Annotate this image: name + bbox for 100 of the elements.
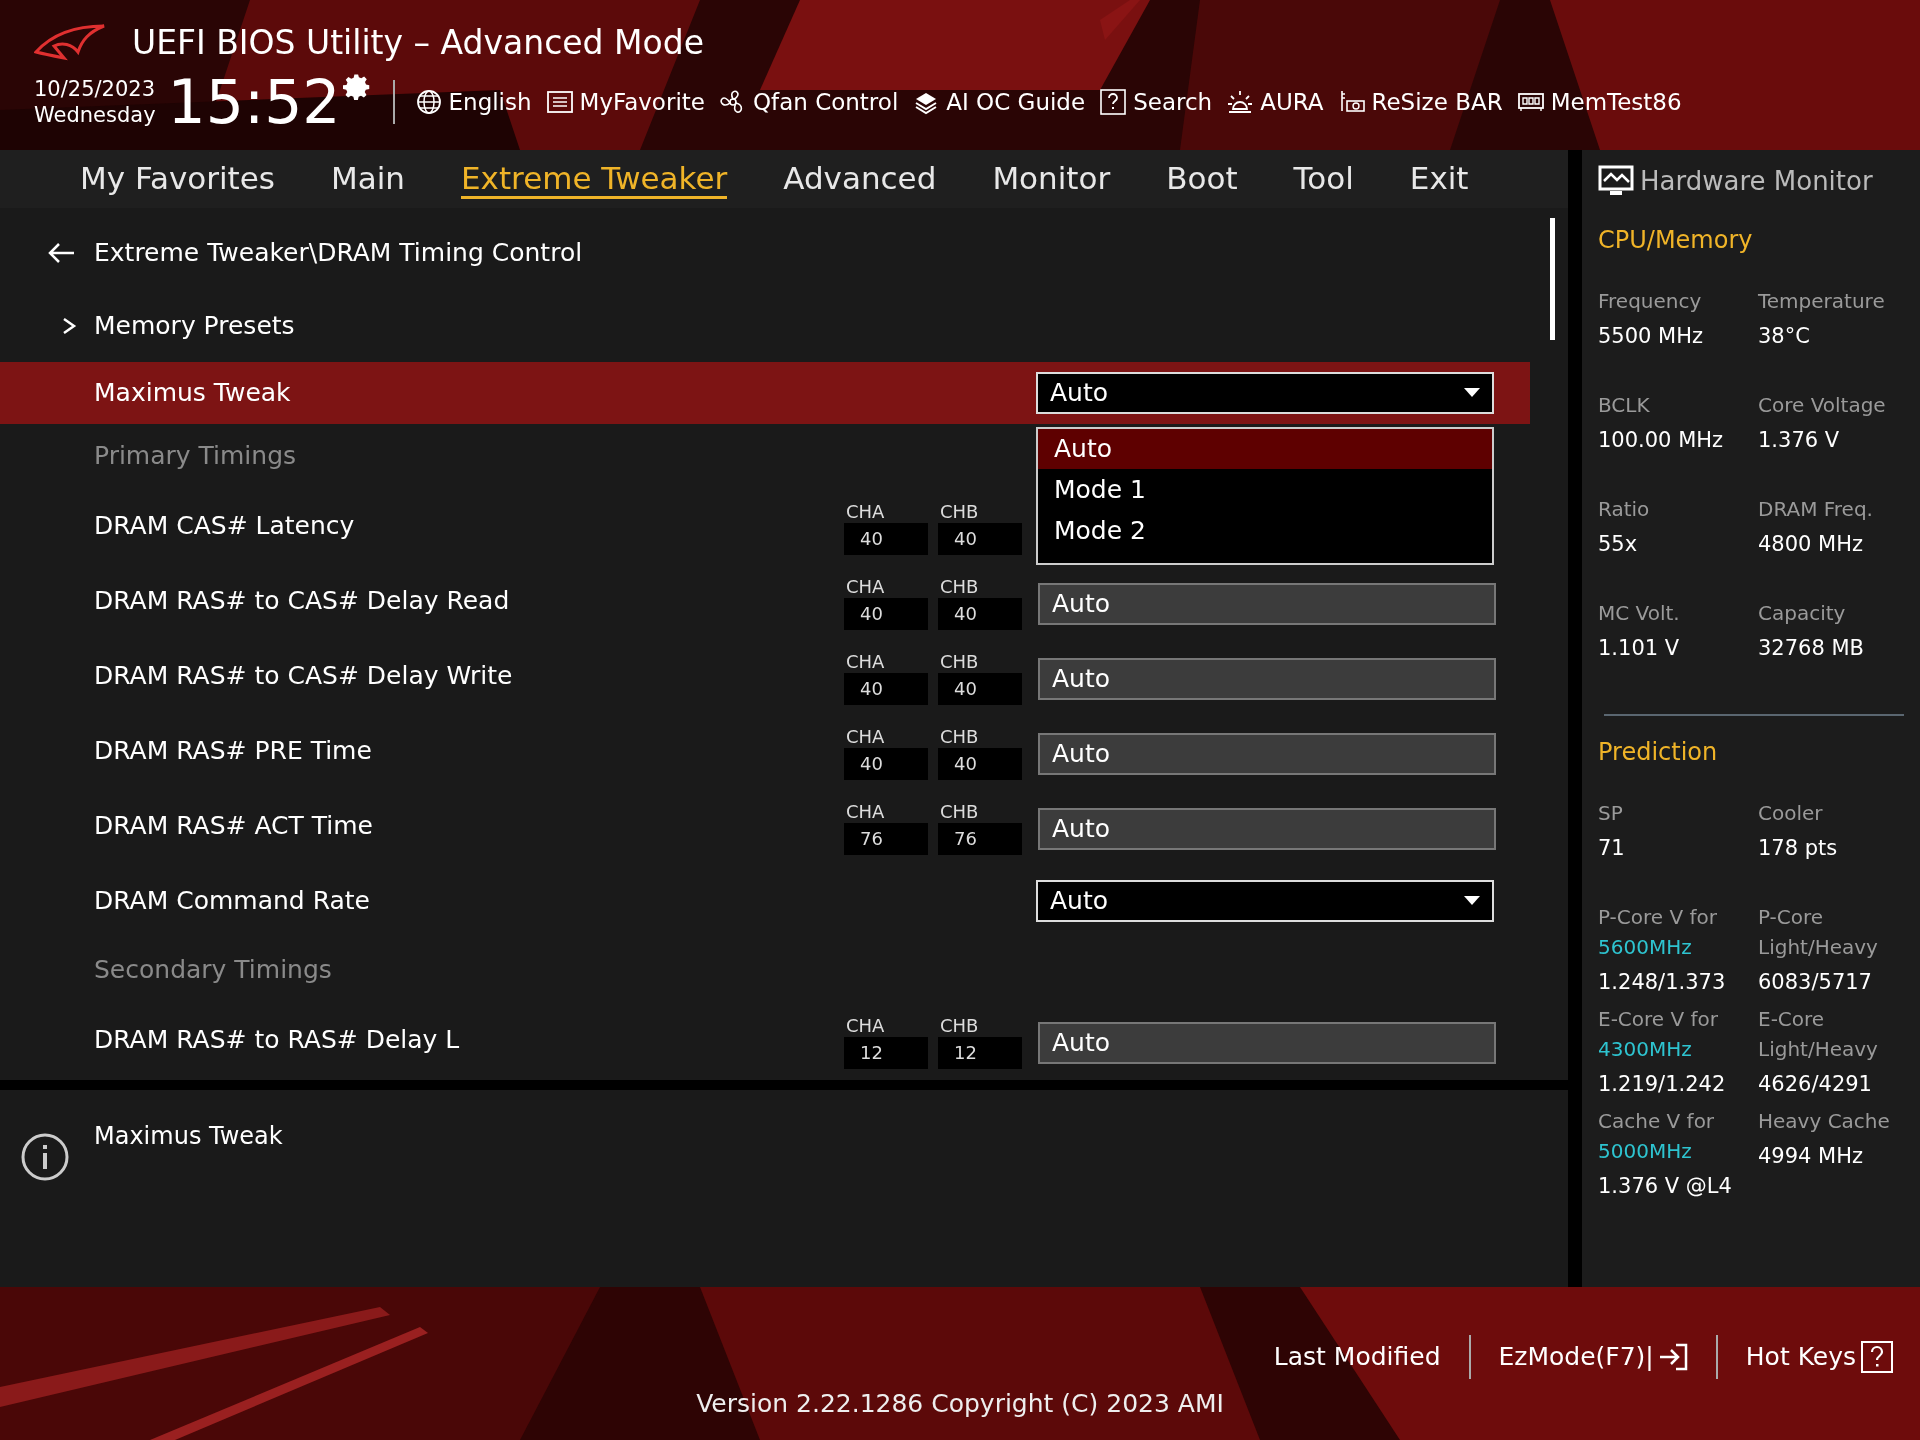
window-title: UEFI BIOS Utility – Advanced Mode bbox=[132, 25, 704, 59]
toolbar-button[interactable]: MemTest86 bbox=[1516, 84, 1682, 120]
menu-tab[interactable]: Exit bbox=[1409, 159, 1469, 199]
clock-time: 15:52 bbox=[167, 72, 341, 132]
setting-label: DRAM RAS# to CAS# Delay Read bbox=[94, 584, 511, 617]
globe-icon bbox=[414, 89, 443, 115]
setting-label: DRAM Command Rate bbox=[94, 884, 371, 917]
light-icon bbox=[1226, 89, 1255, 115]
monitor-value: 38°C bbox=[1758, 323, 1811, 350]
monitor-value: 100.00 MHz bbox=[1598, 427, 1725, 454]
channel-value: 40 bbox=[938, 672, 1022, 705]
monitor-value: 1.376 V bbox=[1758, 427, 1841, 454]
channel-value: 12 bbox=[844, 1036, 928, 1069]
toolbar-button[interactable]: Search bbox=[1099, 84, 1213, 120]
channel-label: CHB bbox=[939, 725, 979, 748]
dropdown-option[interactable]: Mode 1 bbox=[1038, 469, 1492, 510]
monitor-label: P-Core V for bbox=[1598, 904, 1719, 931]
section-title: Prediction bbox=[1598, 737, 1719, 768]
input-field[interactable]: Auto bbox=[1038, 732, 1496, 775]
dropdown[interactable]: Auto bbox=[1036, 372, 1494, 414]
input-field[interactable]: Auto bbox=[1038, 657, 1496, 700]
search-icon bbox=[1099, 89, 1128, 115]
monitor-label: SP bbox=[1598, 800, 1624, 827]
channel-label: CHB bbox=[939, 575, 979, 598]
menu-tab[interactable]: My Favorites bbox=[80, 159, 275, 199]
toolbar-button[interactable]: AURA bbox=[1226, 84, 1324, 120]
channel-value: 76 bbox=[938, 822, 1022, 855]
menu-tab[interactable]: Boot bbox=[1166, 159, 1238, 199]
monitor-label: E-Core V for bbox=[1598, 1006, 1720, 1033]
channel-label: CHA bbox=[845, 575, 885, 598]
toolbar-button[interactable]: AI OC Guide bbox=[912, 84, 1086, 120]
footer-button[interactable]: EzMode(F7)| bbox=[1498, 1338, 1688, 1376]
monitor-label: MC Volt. bbox=[1598, 600, 1681, 627]
monitor-value: 4994 MHz bbox=[1758, 1143, 1865, 1170]
monitor-label: Core Voltage bbox=[1758, 392, 1887, 419]
channel-label: CHA bbox=[845, 1014, 885, 1037]
monitor-label: BCLK bbox=[1598, 392, 1651, 419]
monitor-label: Heavy Cache bbox=[1758, 1108, 1891, 1135]
submenu-link[interactable]: Memory Presets bbox=[94, 307, 295, 345]
footer-button[interactable]: Last Modified bbox=[1273, 1338, 1441, 1376]
section-heading: Secondary Timings bbox=[94, 954, 332, 987]
channel-value: 40 bbox=[844, 672, 928, 705]
channel-value: 40 bbox=[938, 522, 1022, 555]
toolbar-button[interactable]: ReSize BAR bbox=[1337, 84, 1503, 120]
dropdown-option[interactable]: Mode 2 bbox=[1038, 510, 1492, 551]
setting-row[interactable]: DRAM Command Rate Auto bbox=[0, 863, 1530, 938]
monitor-value: 1.101 V bbox=[1598, 635, 1681, 662]
panel-title: Hardware Monitor bbox=[1640, 164, 1873, 198]
menu-tab[interactable]: Monitor bbox=[992, 159, 1111, 199]
channel-value: 76 bbox=[844, 822, 928, 855]
exit-icon bbox=[1657, 1342, 1688, 1372]
monitor-label: Ratio bbox=[1598, 496, 1651, 523]
scrollbar[interactable] bbox=[1550, 218, 1555, 340]
menu-tab[interactable]: Advanced bbox=[783, 159, 937, 199]
monitor-value: 4626/4291 bbox=[1758, 1071, 1873, 1098]
toolbar-button[interactable]: English bbox=[414, 84, 532, 120]
monitor-value: 32768 MB bbox=[1758, 635, 1865, 662]
channel-value: 40 bbox=[844, 597, 928, 630]
monitor-value: 178 pts bbox=[1758, 835, 1839, 862]
channel-value: 40 bbox=[844, 747, 928, 780]
setting-label: Maximus Tweak bbox=[94, 377, 292, 410]
channel-value: 40 bbox=[844, 522, 928, 555]
menu-tab[interactable]: Tool bbox=[1293, 159, 1354, 199]
version-text: Version 2.22.1286 Copyright (C) 2023 AMI bbox=[696, 1388, 1224, 1420]
footer-button[interactable]: Hot Keys bbox=[1745, 1338, 1894, 1376]
dropdown-option[interactable]: Auto bbox=[1038, 429, 1492, 469]
channel-label: CHB bbox=[939, 650, 979, 673]
date-text: 10/25/2023 bbox=[34, 75, 156, 102]
section-heading: Primary Timings bbox=[94, 440, 297, 473]
input-field[interactable]: Auto bbox=[1038, 1021, 1496, 1064]
dropdown[interactable]: Auto bbox=[1036, 879, 1494, 922]
channel-value: 12 bbox=[938, 1036, 1022, 1069]
toolbar-button[interactable]: MyFavorite bbox=[545, 84, 705, 120]
monitor-frequency: 5000MHz bbox=[1598, 1138, 1693, 1165]
monitor-value: 6083/5717 bbox=[1758, 969, 1873, 996]
section-title: CPU/Memory bbox=[1598, 225, 1754, 256]
monitor-value: 5500 MHz bbox=[1598, 323, 1705, 350]
channel-label: CHA bbox=[845, 725, 885, 748]
menu-tab[interactable]: Extreme Tweaker bbox=[461, 159, 728, 199]
monitor-frequency: 4300MHz bbox=[1598, 1036, 1693, 1063]
monitor-label: P-Core Light/Heavy bbox=[1758, 904, 1879, 961]
channel-value: 40 bbox=[938, 747, 1022, 780]
breadcrumb: Extreme Tweaker\DRAM Timing Control bbox=[94, 237, 583, 270]
channel-label: CHA bbox=[845, 650, 885, 673]
setting-label: DRAM CAS# Latency bbox=[94, 509, 356, 542]
input-field[interactable]: Auto bbox=[1038, 807, 1496, 850]
setting-label: DRAM RAS# to CAS# Delay Write bbox=[94, 659, 514, 692]
monitor-value: 71 bbox=[1598, 835, 1626, 862]
monitor-label: Cache V for bbox=[1598, 1108, 1716, 1135]
caret-icon bbox=[1464, 388, 1480, 398]
monitor-label: Capacity bbox=[1758, 600, 1847, 627]
monitor-frequency: 5600MHz bbox=[1598, 934, 1693, 961]
help-icon bbox=[1860, 1340, 1894, 1374]
menu-tab[interactable]: Main bbox=[331, 159, 405, 199]
channel-label: CHA bbox=[845, 500, 885, 523]
toolbar-button[interactable]: Qfan Control bbox=[718, 84, 899, 120]
monitor-value: 55x bbox=[1598, 531, 1639, 558]
input-field[interactable]: Auto bbox=[1038, 582, 1496, 625]
back-arrow-icon[interactable] bbox=[46, 241, 76, 265]
logo-icon bbox=[34, 22, 106, 62]
